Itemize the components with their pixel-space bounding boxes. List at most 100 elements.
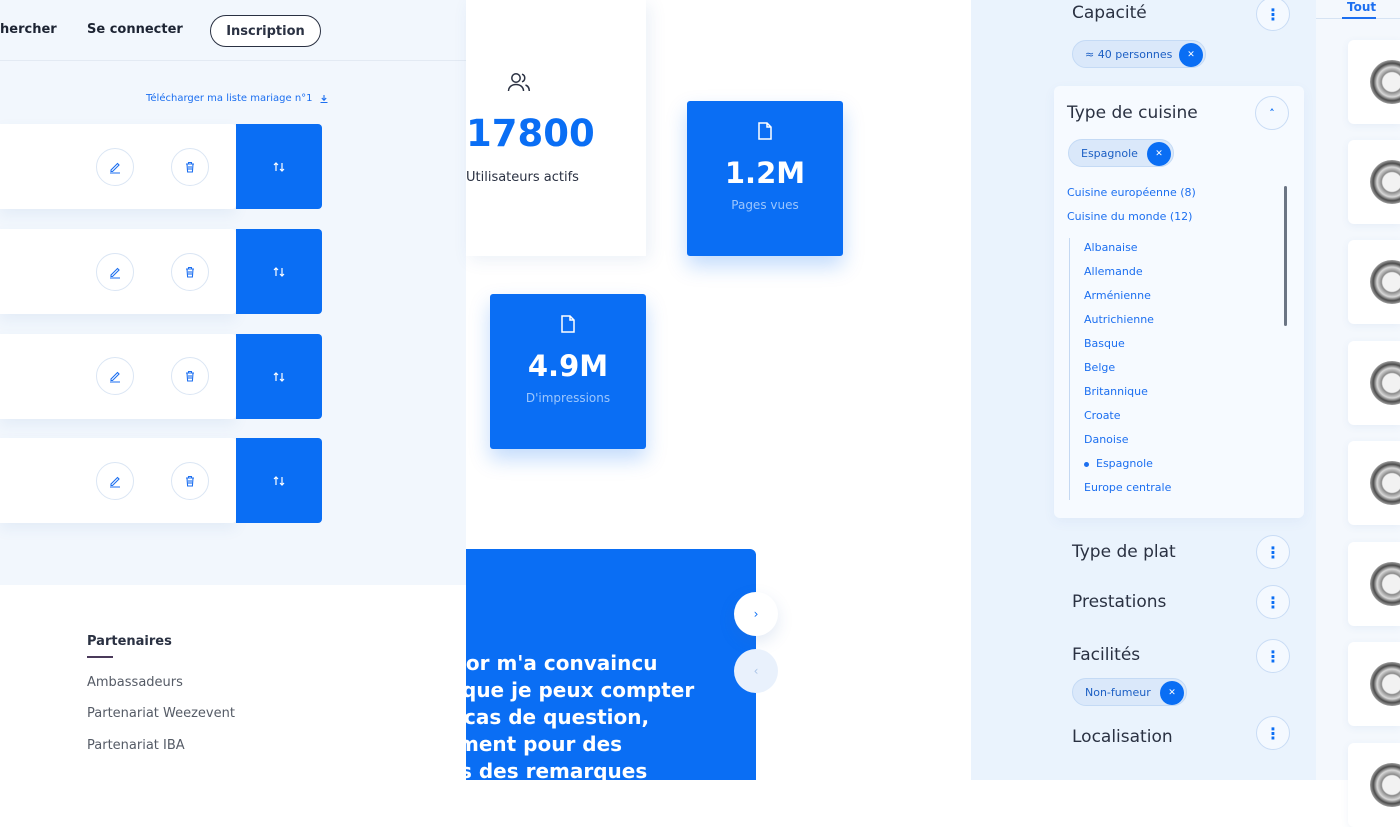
result-card[interactable]	[1348, 40, 1400, 124]
cuisine-option[interactable]: Europe centrale	[1084, 481, 1171, 494]
close-icon[interactable]: ✕	[1160, 681, 1184, 705]
close-icon[interactable]: ✕	[1179, 43, 1203, 67]
dish-type-menu-button[interactable]: ⋮	[1256, 535, 1290, 569]
chevron-right-icon: ›	[753, 607, 759, 621]
result-thumbnail	[1370, 763, 1400, 807]
footer-link-iba[interactable]: Partenariat IBA	[87, 738, 185, 753]
delete-button[interactable]	[171, 253, 209, 291]
carousel-next-button[interactable]: ›	[734, 592, 778, 636]
cuisine-option-selected[interactable]: Espagnole	[1096, 457, 1153, 470]
chevron-up-icon: ˄	[1269, 106, 1275, 120]
cuisine-option[interactable]: Autrichienne	[1084, 313, 1154, 326]
footer-link-ambassadors[interactable]: Ambassadeurs	[87, 675, 183, 690]
result-card[interactable]	[1348, 140, 1400, 224]
selected-dot-icon	[1084, 462, 1089, 467]
stat-value-users: 17800	[466, 112, 595, 155]
users-icon	[507, 73, 531, 92]
chevron-left-icon: ‹	[753, 664, 759, 678]
category-european[interactable]: Cuisine européenne (8)	[1067, 186, 1196, 199]
reorder-button[interactable]	[236, 229, 322, 314]
stat-card-page-views: 1.2M Pages vues	[687, 101, 843, 256]
kebab-icon: ⋮	[1265, 592, 1281, 612]
footer-link-weezevent[interactable]: Partenariat Weezevent	[87, 706, 235, 721]
delete-button[interactable]	[171, 148, 209, 186]
cuisine-option[interactable]: Basque	[1084, 337, 1125, 350]
filter-title-dish-type: Type de plat	[1072, 542, 1176, 562]
tab-active-indicator	[1342, 17, 1376, 19]
document-icon	[561, 315, 575, 333]
result-card[interactable]	[1348, 240, 1400, 324]
kebab-icon: ⋮	[1265, 4, 1281, 24]
capacity-chip[interactable]: ≈ 40 personnes ✕	[1072, 40, 1206, 68]
trash-icon	[186, 475, 194, 487]
reorder-button[interactable]	[236, 438, 322, 523]
cuisine-option[interactable]: Danoise	[1084, 433, 1128, 446]
result-card[interactable]	[1348, 542, 1400, 626]
chip-label: Espagnole	[1081, 146, 1138, 160]
nav-login-link[interactable]: Se connecter	[87, 22, 183, 37]
cuisine-chip[interactable]: Espagnole ✕	[1068, 139, 1174, 167]
result-thumbnail	[1370, 562, 1400, 606]
delete-button[interactable]	[171, 462, 209, 500]
heading-underline	[87, 656, 113, 658]
result-card[interactable]	[1348, 341, 1400, 425]
tree-line	[1069, 238, 1070, 500]
signup-button[interactable]: Inscription	[210, 15, 321, 47]
cuisine-option[interactable]: Croate	[1084, 409, 1121, 422]
reorder-button[interactable]	[236, 124, 322, 209]
pencil-icon	[110, 476, 120, 488]
chip-label: Non-fumeur	[1085, 685, 1151, 699]
cuisine-collapse-button[interactable]: ˄	[1255, 96, 1289, 130]
nav-search-link[interactable]: hercher	[0, 22, 57, 37]
testimonial-line: cas de question,	[466, 705, 650, 729]
category-world[interactable]: Cuisine du monde (12)	[1067, 210, 1192, 223]
partners-heading: Partenaires	[87, 634, 172, 649]
swap-arrows-icon	[273, 371, 285, 382]
result-card[interactable]	[1348, 743, 1400, 827]
trash-icon	[186, 266, 194, 278]
download-wishlist-link[interactable]: Télécharger ma liste mariage n°1	[146, 93, 329, 104]
cuisine-option[interactable]: Britannique	[1084, 385, 1148, 398]
edit-button[interactable]	[96, 357, 134, 395]
services-menu-button[interactable]: ⋮	[1256, 585, 1290, 619]
document-icon	[758, 122, 772, 140]
trash-icon	[186, 161, 194, 173]
cuisine-option[interactable]: Arménienne	[1084, 289, 1151, 302]
reorder-button[interactable]	[236, 334, 322, 419]
stat-card-impressions: 4.9M D'impressions	[490, 294, 646, 449]
cuisine-option[interactable]: Allemande	[1084, 265, 1143, 278]
edit-button[interactable]	[96, 462, 134, 500]
filter-title-capacity: Capacité	[1072, 3, 1147, 23]
result-card[interactable]	[1348, 642, 1400, 726]
testimonial-line: ment pour des	[466, 732, 623, 756]
cuisine-option[interactable]: Belge	[1084, 361, 1115, 374]
list-scrollbar[interactable]	[1284, 186, 1287, 326]
stat-value-page-views: 1.2M	[724, 156, 806, 190]
kebab-icon: ⋮	[1265, 542, 1281, 562]
edit-button[interactable]	[96, 148, 134, 186]
facilities-chip[interactable]: Non-fumeur ✕	[1072, 678, 1187, 706]
result-thumbnail	[1370, 361, 1400, 405]
download-icon	[320, 94, 328, 103]
swap-arrows-icon	[273, 161, 285, 172]
testimonial-line: sor m'a convaincu	[466, 651, 658, 675]
tab-all[interactable]: Tout	[1347, 0, 1376, 14]
facilities-menu-button[interactable]: ⋮	[1256, 639, 1290, 673]
close-icon[interactable]: ✕	[1147, 142, 1171, 166]
result-thumbnail	[1370, 60, 1400, 104]
result-thumbnail	[1370, 260, 1400, 304]
delete-button[interactable]	[171, 357, 209, 395]
chip-label: ≈ 40 personnes	[1085, 47, 1173, 61]
filter-title-location: Localisation	[1072, 727, 1173, 747]
result-card[interactable]	[1348, 441, 1400, 525]
result-thumbnail	[1370, 662, 1400, 706]
carousel-prev-button[interactable]: ‹	[734, 649, 778, 693]
swap-arrows-icon	[273, 475, 285, 486]
trash-icon	[186, 370, 194, 382]
pencil-icon	[110, 267, 120, 279]
cuisine-option[interactable]: Albanaise	[1084, 241, 1138, 254]
edit-button[interactable]	[96, 253, 134, 291]
location-menu-button[interactable]: ⋮	[1256, 716, 1290, 750]
kebab-icon: ⋮	[1265, 646, 1281, 666]
kebab-icon: ⋮	[1265, 723, 1281, 743]
